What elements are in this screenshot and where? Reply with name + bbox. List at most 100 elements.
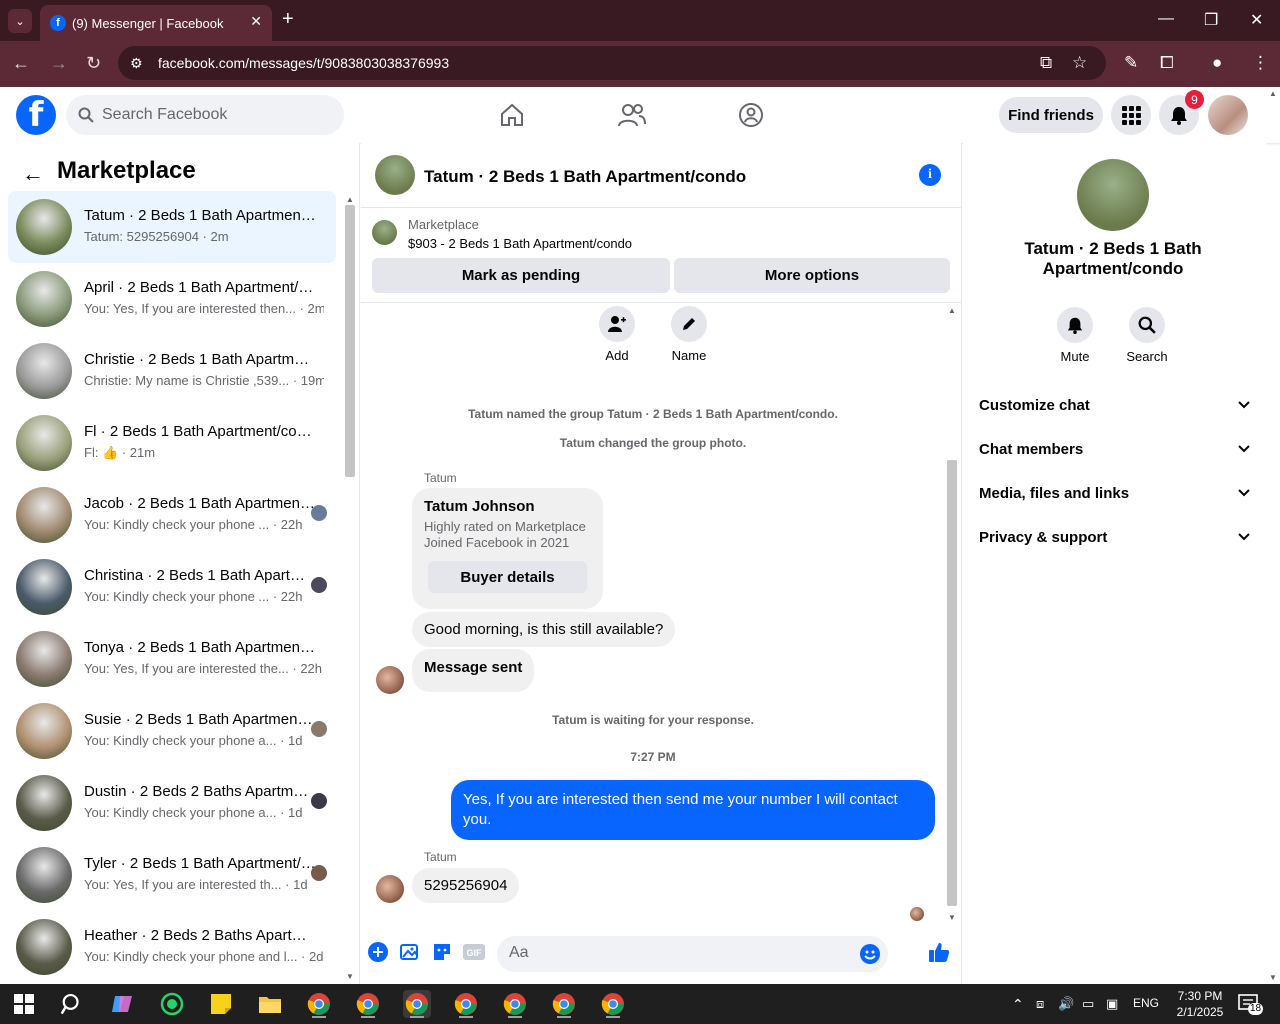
name-group-action[interactable]: Name [659, 306, 719, 363]
forward-arrow-icon[interactable]: → [50, 53, 68, 74]
conversation-item[interactable]: April · 2 Beds 1 Bath Apartment/condo You… [8, 263, 336, 335]
system-clock[interactable]: 7:30 PM 2/1/2025 [1170, 988, 1230, 1020]
copilot-icon[interactable] [108, 990, 136, 1018]
scroll-up-icon[interactable]: ▲ [1269, 89, 1277, 98]
mark-as-pending-button[interactable]: Mark as pending [372, 258, 670, 293]
conversation-item[interactable]: Heather · 2 Beds 2 Baths Apartment/condo… [8, 911, 336, 983]
message-bubble-incoming[interactable]: 5295256904 [412, 868, 520, 903]
sticker-icon[interactable] [431, 941, 453, 963]
message-bubble-incoming[interactable]: Good morning, is this still available? [412, 612, 676, 647]
more-options-button[interactable]: More options [674, 258, 950, 293]
facebook-search[interactable] [66, 95, 344, 135]
conversation-item[interactable]: Jacob · 2 Beds 1 Bath Apartment/condo You… [8, 479, 336, 551]
scroll-up-icon[interactable]: ▲ [948, 306, 956, 315]
chat-title[interactable]: Tatum · 2 Beds 1 Bath Apartment/condo [424, 167, 746, 187]
chat-avatar[interactable] [375, 155, 415, 195]
scrollbar-thumb[interactable] [947, 460, 957, 906]
find-friends-button[interactable]: Find friends [999, 97, 1103, 133]
volume-icon[interactable]: 🔊 [1058, 996, 1074, 1012]
privacy-support-section[interactable]: Privacy & support [979, 517, 1251, 557]
back-arrow-icon[interactable]: ← [22, 161, 44, 187]
search-input[interactable] [102, 106, 322, 124]
chrome-icon[interactable] [452, 990, 480, 1018]
tab-search-menu-icon[interactable]: ⌄ [8, 9, 32, 33]
conversation-item[interactable]: Susie · 2 Beds 1 Bath Apartment/condo You… [8, 695, 336, 767]
like-thumb-icon[interactable] [928, 941, 950, 963]
message-bubble-outgoing[interactable]: Yes, If you are interested then send me … [451, 780, 935, 840]
chat-members-section[interactable]: Chat members [979, 429, 1251, 469]
listing-price-title[interactable]: $903 - 2 Beds 1 Bath Apartment/condo [408, 236, 632, 251]
thread-scrollbar[interactable]: ▲ ▼ [945, 304, 959, 924]
conversation-list-scrollbar[interactable]: ▲ ▼ [343, 193, 357, 983]
scrollbar-thumb[interactable] [345, 205, 355, 477]
chrome-icon[interactable] [354, 990, 382, 1018]
chrome-icon[interactable] [403, 990, 431, 1018]
network-icon[interactable]: ▭ [1082, 996, 1094, 1012]
sticky-notes-icon[interactable] [207, 990, 235, 1018]
message-bubble-incoming[interactable]: Message sent [412, 649, 535, 692]
mute-action[interactable]: Mute [1040, 307, 1110, 364]
restore-icon[interactable]: ❐ [1204, 10, 1218, 30]
conversation-item[interactable]: Tyler · 2 Beds 1 Bath Apartment/condo You… [8, 839, 336, 911]
conversation-item[interactable]: Fl · 2 Beds 1 Bath Apartment/condo Fl: 👍 … [8, 407, 336, 479]
media-files-links-section[interactable]: Media, files and links [979, 473, 1251, 513]
home-icon[interactable] [498, 101, 526, 129]
friends-icon[interactable] [618, 101, 646, 129]
new-tab-icon[interactable]: + [282, 8, 294, 31]
chrome-icon[interactable] [599, 990, 627, 1018]
site-settings-icon[interactable]: ⚙ [130, 55, 143, 72]
chrome-icon[interactable] [501, 990, 529, 1018]
meeting-icon[interactable]: ⧈ [1036, 996, 1044, 1012]
account-avatar[interactable] [1208, 95, 1248, 135]
page-scrollbar[interactable]: ▲ ▼ [1266, 87, 1280, 984]
scroll-up-icon[interactable]: ▲ [346, 195, 354, 204]
search-action[interactable]: Search [1112, 307, 1182, 364]
profile-icon[interactable]: ● [1212, 53, 1222, 73]
add-member-action[interactable]: Add [587, 306, 647, 363]
message-input-box[interactable] [497, 936, 888, 972]
address-bar[interactable]: ⚙ facebook.com/messages/t/90838030383769… [118, 46, 1106, 80]
browser-tab-messenger[interactable]: f (9) Messenger | Facebook ✕ [40, 5, 272, 41]
chrome-icon[interactable] [550, 990, 578, 1018]
windows-start-icon[interactable] [10, 990, 38, 1018]
window-close-icon[interactable]: ✕ [1250, 10, 1263, 30]
show-hidden-icons-icon[interactable]: ⌃ [1012, 996, 1024, 1013]
scroll-down-icon[interactable]: ▼ [1269, 973, 1277, 982]
browser-menu-icon[interactable]: ⋮ [1252, 53, 1269, 73]
plus-circle-icon[interactable] [367, 941, 389, 963]
info-icon[interactable]: i [919, 164, 941, 186]
extensions-icon[interactable]: ⧠ [1160, 53, 1174, 73]
group-avatar[interactable] [1077, 159, 1149, 231]
gif-icon[interactable]: GIF [463, 941, 485, 963]
photo-icon[interactable] [399, 941, 421, 963]
emoji-icon[interactable] [860, 944, 880, 969]
tab-close-icon[interactable]: ✕ [250, 13, 262, 30]
sender-avatar[interactable] [376, 666, 404, 694]
notification-center-icon[interactable]: 18 [1238, 994, 1264, 1015]
chrome-icon[interactable] [305, 990, 333, 1018]
facebook-logo-icon[interactable]: f [16, 95, 56, 135]
groups-icon[interactable] [737, 101, 765, 129]
back-arrow-icon[interactable]: ← [12, 53, 30, 74]
buyer-details-button[interactable]: Buyer details [428, 561, 587, 593]
conversation-item[interactable]: Dustin · 2 Beds 2 Baths Apartment/condo Y… [8, 767, 336, 839]
listing-thumbnail[interactable] [372, 220, 397, 245]
scroll-down-icon[interactable]: ▼ [346, 972, 354, 981]
language-indicator[interactable]: ENG [1133, 996, 1159, 1010]
install-app-icon[interactable]: ⧉ [1040, 53, 1052, 73]
sender-avatar[interactable] [376, 875, 404, 903]
scroll-down-icon[interactable]: ▼ [948, 913, 956, 922]
message-input[interactable] [509, 944, 869, 962]
customize-chat-section[interactable]: Customize chat [979, 385, 1251, 425]
battery-icon[interactable]: ▣ [1106, 996, 1118, 1012]
menu-grid-icon[interactable] [1111, 95, 1151, 135]
conversation-item[interactable]: Christie · 2 Beds 1 Bath Apartment/condo… [8, 335, 336, 407]
whatsapp-icon[interactable] [158, 990, 186, 1018]
bookmark-star-icon[interactable]: ☆ [1072, 53, 1087, 73]
search-icon[interactable] [58, 990, 86, 1018]
minimize-icon[interactable]: — [1158, 10, 1174, 28]
pen-icon[interactable]: ✎ [1124, 53, 1138, 73]
reload-icon[interactable]: ↻ [86, 53, 101, 74]
conversation-item[interactable]: Christina · 2 Beds 1 Bath Apartment/cond… [8, 551, 336, 623]
file-explorer-icon[interactable] [256, 990, 284, 1018]
